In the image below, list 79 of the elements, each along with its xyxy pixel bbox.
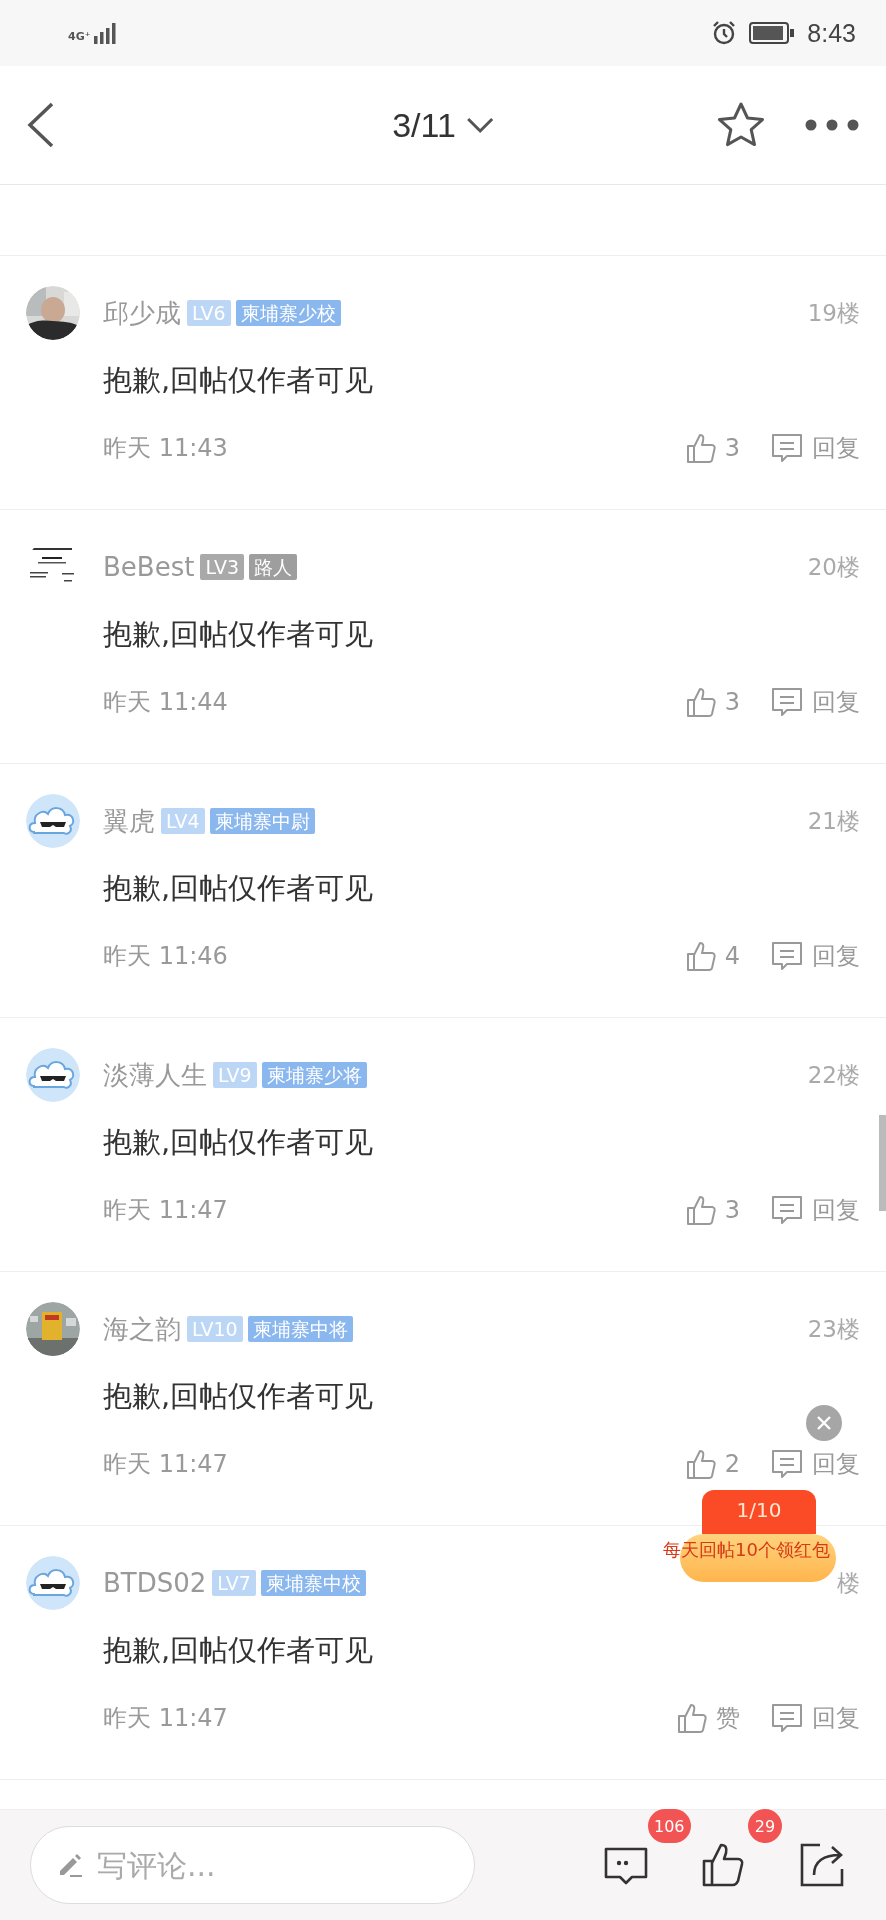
comment-icon — [770, 1447, 804, 1481]
network-label: 4G⁺ — [68, 30, 91, 44]
back-button[interactable] — [26, 102, 56, 148]
rank-tag: 柬埔寨中校 — [260, 1570, 366, 1596]
post-time: 昨天 11:46 — [103, 941, 228, 972]
post-content: 抱歉,回帖仅作者可见 — [103, 1632, 375, 1669]
thumbs-up-icon — [676, 1702, 708, 1734]
level-tag: LV4 — [161, 808, 205, 834]
comment-icon — [770, 1193, 804, 1227]
level-tag: LV10 — [187, 1316, 243, 1342]
like-button[interactable]: 4 — [684, 940, 740, 972]
scrollbar[interactable] — [879, 1115, 886, 1211]
user-name[interactable]: BTDS02 — [103, 1568, 207, 1598]
post-time: 昨天 11:44 — [103, 687, 228, 718]
promo-banner[interactable] — [680, 1534, 836, 1582]
cloud-avatar-icon[interactable] — [26, 794, 80, 848]
user-name[interactable]: 海之韵 — [103, 1311, 181, 1347]
thumbs-up-icon — [684, 1194, 717, 1226]
post-time: 昨天 11:47 — [103, 1195, 228, 1226]
reply-button[interactable]: 回复 — [770, 1193, 860, 1227]
caret-icon — [465, 116, 494, 134]
cloud-avatar-icon[interactable] — [26, 1556, 80, 1610]
reply-button[interactable]: 回复 — [770, 431, 860, 465]
like-button[interactable]: 赞 — [676, 1702, 740, 1734]
post-time: 昨天 11:47 — [103, 1703, 228, 1734]
like-button[interactable]: 2 — [684, 1448, 740, 1480]
page-selector[interactable]: 3/11 — [392, 105, 494, 145]
progress-badge[interactable]: 1/10 — [702, 1490, 816, 1534]
like-count-badge: 29 — [748, 1809, 782, 1843]
level-tag: LV3 — [200, 554, 244, 580]
user-name[interactable]: 淡薄人生 — [103, 1057, 207, 1093]
cloud-avatar-icon[interactable] — [26, 1048, 80, 1102]
floor-number: 19楼 — [807, 298, 860, 328]
battery-icon — [749, 22, 796, 44]
like-button[interactable]: 3 — [684, 686, 740, 718]
thumbs-up-icon — [684, 940, 717, 972]
promo-text[interactable]: 每天回帖10个领红包 — [663, 1536, 833, 1564]
rank-tag: 柬埔寨中尉 — [209, 808, 315, 834]
reply-button[interactable]: 回复 — [770, 939, 860, 973]
comment-count-badge: 106 — [648, 1809, 691, 1843]
reply-button[interactable]: 回复 — [770, 1447, 860, 1481]
user-name[interactable]: 翼虎 — [103, 803, 155, 839]
post-content: 抱歉,回帖仅作者可见 — [103, 616, 375, 653]
post-time: 昨天 11:43 — [103, 433, 228, 464]
rank-tag: 柬埔寨少校 — [235, 300, 341, 326]
post-time: 昨天 11:47 — [103, 1449, 228, 1480]
post-content: 抱歉,回帖仅作者可见 — [103, 1124, 375, 1161]
floor-number: 20楼 — [807, 552, 860, 582]
comment-icon — [770, 431, 804, 465]
floor-number: 23楼 — [807, 1314, 860, 1344]
reply-button[interactable]: 回复 — [770, 685, 860, 719]
level-tag: LV9 — [213, 1062, 257, 1088]
post-content: 抱歉,回帖仅作者可见 — [103, 1378, 375, 1415]
thumbs-up-icon — [684, 432, 717, 464]
thumbs-up-icon — [684, 1448, 717, 1480]
like-button[interactable]: 3 — [684, 1194, 740, 1226]
rank-tag: 路人 — [249, 554, 297, 580]
rank-tag: 柬埔寨少将 — [261, 1062, 367, 1088]
clock-time: 8:43 — [807, 18, 856, 48]
comment-icon — [770, 939, 804, 973]
user-name[interactable]: BeBest — [103, 552, 195, 582]
comment-field[interactable]: 写评论... — [30, 1826, 475, 1904]
user-name[interactable]: 邱少成 — [103, 295, 181, 331]
post-content: 抱歉,回帖仅作者可见 — [103, 870, 375, 907]
star-icon[interactable] — [716, 101, 766, 149]
level-tag: LV7 — [212, 1570, 256, 1596]
floor-number: 22楼 — [807, 1060, 860, 1090]
floor-number: 21楼 — [807, 806, 860, 836]
floor-number: 楼 — [837, 1568, 860, 1598]
comment-icon — [770, 685, 804, 719]
rank-tag: 柬埔寨中将 — [247, 1316, 353, 1342]
thumbs-up-icon — [684, 686, 717, 718]
post-content: 抱歉,回帖仅作者可见 — [103, 362, 375, 399]
share-icon[interactable] — [798, 1841, 846, 1889]
more-icon[interactable] — [804, 118, 860, 132]
comment-icon — [770, 1701, 804, 1735]
reply-button[interactable]: 回复 — [770, 1701, 860, 1735]
like-button[interactable]: 3 — [684, 432, 740, 464]
level-tag: LV6 — [187, 300, 231, 326]
